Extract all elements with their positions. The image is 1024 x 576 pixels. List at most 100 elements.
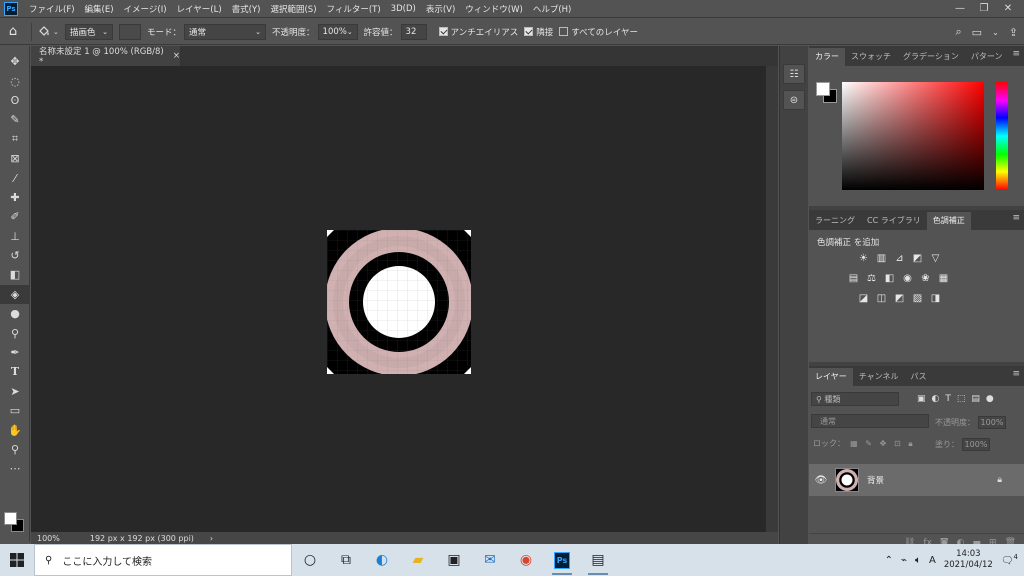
filter-smart-icon[interactable]: ▤ [971,394,980,404]
start-button[interactable] [0,544,34,576]
threshold-icon[interactable]: ◩ [893,292,906,304]
visibility-eye-icon[interactable]: 👁︎ [809,475,833,486]
search-icon[interactable]: ⌕ [956,25,962,39]
notification-center-icon[interactable]: 🗨︎4 [1001,553,1018,566]
history-brush-tool-icon[interactable]: ↺ [0,246,30,265]
tab-channels[interactable]: チャンネル [853,368,905,386]
document-tab[interactable]: 名称未設定 1 @ 100% (RGB/8) * × [31,46,181,67]
lock-artboard-icon[interactable]: ⊡ [891,439,903,448]
chevron-right-icon[interactable]: › [210,534,213,543]
menu-help[interactable]: ヘルプ(H) [528,3,577,15]
invert-icon[interactable]: ◪ [857,292,870,304]
dodge-tool-icon[interactable]: ⚲ [0,323,30,342]
document-canvas[interactable] [325,228,473,376]
lock-all-icon[interactable]: 🔒︎ [906,439,912,448]
tab-learning[interactable]: ラーニング [809,212,861,230]
color-balance-icon[interactable]: ⚖ [865,272,878,284]
exposure-icon[interactable]: ◩ [911,252,924,264]
lock-transparent-icon[interactable]: ▦ [848,439,861,448]
network-icon[interactable]: ⌁ [901,555,907,566]
cortana-icon[interactable]: ○ [292,544,328,576]
tab-patterns[interactable]: パターン [965,48,1009,66]
more-tools-icon[interactable]: ⋯ [0,459,30,478]
path-select-tool-icon[interactable]: ➤ [0,382,30,401]
color-lookup-icon[interactable]: ▦ [937,272,950,284]
channel-mixer-icon[interactable]: ❀ [919,272,932,284]
tab-adjustments[interactable]: 色調補正 [926,212,971,230]
minimize-button[interactable]: — [948,0,972,18]
lock-position-icon[interactable]: ✥ [877,439,889,448]
snipping-tool-icon[interactable]: ▤ [580,544,616,576]
photoshop-taskbar-icon[interactable]: Ps [544,544,580,576]
eyedropper-tool-icon[interactable]: ⁄ [0,168,30,187]
posterize-icon[interactable]: ◫ [875,292,888,304]
share-icon[interactable]: ⇪ [1009,26,1018,39]
curves-icon[interactable]: ⊿ [893,252,906,264]
chevron-down-icon[interactable]: ⌄ [992,28,999,37]
panel-menu-icon[interactable]: ≡ [1012,213,1020,223]
blend-mode-select[interactable]: 通常 [811,414,929,428]
hue-saturation-icon[interactable]: ▤ [847,272,860,284]
foreground-background-colors[interactable] [4,512,26,534]
brush-tool-icon[interactable]: ✐ [0,207,30,226]
clock[interactable]: 14:03 2021/04/12 [944,549,993,571]
filter-adjustment-icon[interactable]: ◐ [932,394,940,404]
hand-tool-icon[interactable]: ✋ [0,420,30,439]
opacity-input[interactable]: 100% ⌄ [317,23,358,40]
crop-tool-icon[interactable]: ⌗ [0,130,30,149]
close-button[interactable]: ✕ [996,0,1020,18]
frame-tool-icon[interactable]: ⊠ [0,149,30,168]
black-white-icon[interactable]: ◧ [883,272,896,284]
filter-shape-icon[interactable]: ⬚ [957,394,966,404]
vertical-scrollbar[interactable] [766,66,778,532]
move-tool-icon[interactable]: ✥ [0,52,30,71]
menu-filter[interactable]: フィルター(T) [322,3,386,15]
panel-menu-icon[interactable]: ≡ [1012,369,1020,379]
menu-3d[interactable]: 3D(D) [386,4,421,14]
layer-row[interactable]: 👁︎ 背景 🔒︎ [809,464,1024,496]
tab-color[interactable]: カラー [809,48,845,66]
lasso-tool-icon[interactable]: ʘ [0,91,30,110]
fill-value[interactable]: 100% [961,438,990,451]
layer-name[interactable]: 背景 [867,474,884,486]
menu-edit[interactable]: 編集(E) [80,3,119,15]
foreground-color-swatch[interactable] [4,512,17,525]
menu-select[interactable]: 選択範囲(S) [265,3,321,15]
quick-select-tool-icon[interactable]: ✎ [0,110,30,129]
ime-indicator[interactable]: A [929,555,936,566]
zoom-tool-icon[interactable]: ⚲ [0,440,30,459]
color-saturation-field[interactable] [842,82,984,190]
color-hue-slider[interactable] [996,82,1008,190]
selective-color-icon[interactable]: ◨ [929,292,942,304]
menu-file[interactable]: ファイル(F) [24,3,80,15]
menu-image[interactable]: イメージ(I) [119,3,172,15]
fill-source-select[interactable]: 描画色 ⌄ [65,23,113,40]
history-panel-icon[interactable]: ⊜ [783,90,805,110]
close-tab-icon[interactable]: × [173,51,180,61]
layer-opacity-value[interactable]: 100% [977,416,1006,429]
tab-cc-libraries[interactable]: CC ライブラリ [861,212,927,230]
contiguous-checkbox[interactable]: 隣接 [524,26,553,38]
tab-gradients[interactable]: グラデーション [897,48,965,66]
menu-view[interactable]: 表示(V) [421,3,460,15]
paint-bucket-tool-icon[interactable]: ◈ [0,284,30,305]
restore-button[interactable]: ❐ [972,0,996,18]
tab-layers[interactable]: レイヤー [809,368,853,386]
volume-icon[interactable]: 🔈︎ [915,555,921,566]
chevron-up-icon[interactable]: ⌃ [885,555,893,566]
layer-filter-select[interactable]: ⚲ 種類 [811,392,899,406]
task-view-icon[interactable]: ⧉ [328,544,364,576]
antialias-checkbox[interactable]: アンチエイリアス [438,26,518,38]
home-icon[interactable]: ⌂ [0,24,26,39]
tab-paths[interactable]: パス [905,368,933,386]
gradient-map-icon[interactable]: ▨ [911,292,924,304]
brightness-contrast-icon[interactable]: ☀ [857,252,870,264]
workspace-icon[interactable]: ▭ [972,26,982,39]
store-icon[interactable]: ▣ [436,544,472,576]
properties-panel-icon[interactable]: ☷ [783,64,805,84]
photo-filter-icon[interactable]: ◉ [901,272,914,284]
mail-icon[interactable]: ✉ [472,544,508,576]
filter-type-icon[interactable]: T [945,394,951,404]
pattern-picker[interactable] [119,23,141,40]
all-layers-checkbox[interactable]: すべてのレイヤー [559,26,638,38]
